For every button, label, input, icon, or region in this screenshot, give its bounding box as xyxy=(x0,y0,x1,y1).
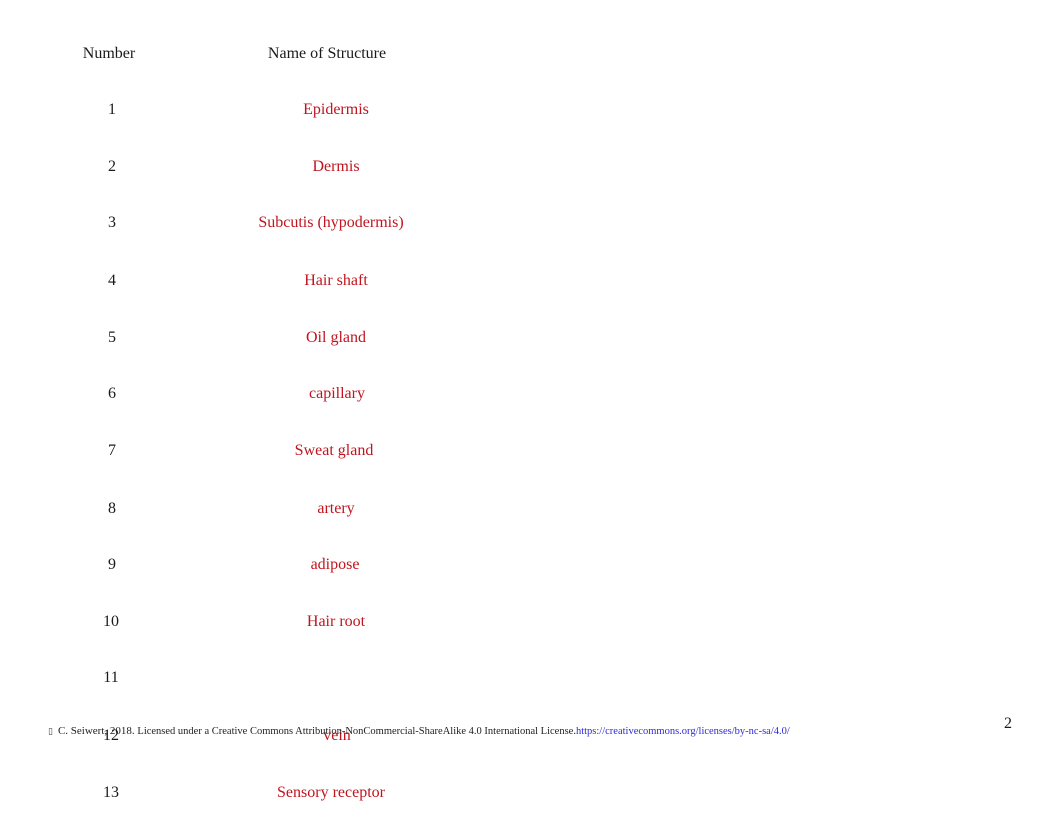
row-number: 2 xyxy=(108,158,116,175)
footer-license-text: Licensed under a Creative Commons Attrib… xyxy=(137,726,576,737)
row-structure-name: artery xyxy=(317,500,355,517)
license-link[interactable]: https://creativecommons.org/licenses/by-… xyxy=(576,726,790,737)
row-number: 11 xyxy=(103,669,119,686)
row-number: 9 xyxy=(108,556,116,573)
row-number: 8 xyxy=(108,500,116,517)
row-number: 1 xyxy=(108,101,116,118)
row-structure-name: Oil gland xyxy=(306,329,366,346)
row-structure-name: capillary xyxy=(309,385,365,402)
row-structure-name: Hair shaft xyxy=(304,272,368,289)
row-number: 10 xyxy=(103,613,119,630)
row-structure-name: Sweat gland xyxy=(294,442,374,459)
header-number: Number xyxy=(82,45,136,62)
row-structure-name: Hair root xyxy=(306,613,366,630)
header-name-of-structure: Name of Structure xyxy=(267,45,387,62)
row-structure-name: adipose xyxy=(310,556,360,573)
row-number: 13 xyxy=(103,784,119,801)
footer-author: C. Seiwert, 2018. xyxy=(57,725,135,737)
row-number: 4 xyxy=(108,272,116,289)
row-structure-name: Epidermis xyxy=(303,101,369,118)
row-number: 7 xyxy=(108,442,116,459)
row-number: 5 xyxy=(108,329,116,346)
page-footer: ▯ C. Seiwert, 2018. Licensed under a Crea… xyxy=(48,724,790,739)
license-icon: ▯ xyxy=(48,727,53,737)
row-structure-name: Subcutis (hypodermis) xyxy=(258,214,404,231)
row-structure-name: Sensory receptor xyxy=(277,784,385,801)
row-number: 3 xyxy=(108,214,116,231)
row-number: 6 xyxy=(108,385,116,402)
row-structure-name: Dermis xyxy=(312,158,360,175)
page-number: 2 xyxy=(1004,715,1012,732)
